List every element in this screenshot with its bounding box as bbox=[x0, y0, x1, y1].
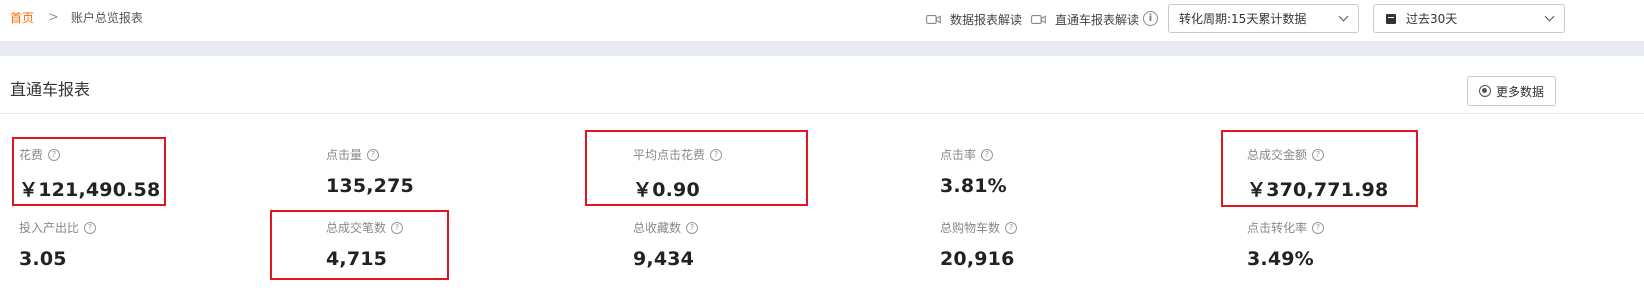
metric-value: 3.05 bbox=[19, 248, 67, 270]
metric-label: 投入产出比 bbox=[19, 221, 80, 235]
help-icon[interactable]: ? bbox=[686, 221, 699, 234]
help-icon[interactable]: ? bbox=[1312, 148, 1325, 161]
metric-value: 3.49% bbox=[1247, 248, 1314, 270]
metric-value: 3.81% bbox=[940, 175, 1007, 197]
more-data-label: 更多数据 bbox=[1495, 84, 1544, 99]
breadcrumb-separator: > bbox=[48, 10, 59, 25]
ztc-report-guide-link[interactable]: 直通车报表解读 bbox=[1031, 11, 1139, 28]
help-icon[interactable]: ? bbox=[981, 148, 994, 161]
help-icon[interactable]: ? bbox=[1312, 221, 1325, 234]
breadcrumb-current: 账户总览报表 bbox=[70, 11, 143, 25]
metric-total-cart-adds: 总购物车数? 20,916 bbox=[940, 219, 1180, 279]
help-icon[interactable]: ? bbox=[710, 148, 723, 161]
metric-ctr: 点击率? 3.81% bbox=[940, 146, 1180, 206]
metric-label: 花费 bbox=[19, 148, 44, 162]
help-icon[interactable]: ? bbox=[84, 221, 97, 234]
metric-spend: 花费? ￥121,490.58 bbox=[19, 146, 259, 206]
metric-avg-click-cost: 平均点击花费? ￥0.90 bbox=[633, 146, 873, 206]
metric-label: 点击量 bbox=[326, 148, 363, 162]
section-separator-band bbox=[0, 42, 1644, 56]
top-bar: 首页 > 账户总览报表 数据报表解读 直通车报表解读 i 转化周期:15天累计数… bbox=[0, 0, 1644, 42]
metric-label: 总购物车数 bbox=[940, 221, 1001, 235]
metric-label: 平均点击花费 bbox=[633, 148, 706, 162]
metric-roi: 投入产出比? 3.05 bbox=[19, 219, 259, 279]
divider bbox=[0, 113, 1644, 114]
metric-clicks: 点击量? 135,275 bbox=[326, 146, 566, 206]
metric-value: 135,275 bbox=[326, 175, 414, 197]
metric-value: ￥121,490.58 bbox=[19, 179, 161, 201]
metric-label: 总成交笔数 bbox=[326, 221, 387, 235]
metric-label: 点击转化率 bbox=[1247, 221, 1308, 235]
video-camera-icon bbox=[926, 15, 941, 24]
conversion-period-select[interactable]: 转化周期:15天累计数据 bbox=[1168, 4, 1359, 33]
metric-label: 点击率 bbox=[940, 148, 977, 162]
metric-total-orders: 总成交笔数? 4,715 bbox=[326, 219, 566, 279]
breadcrumb: 首页 > 账户总览报表 bbox=[10, 9, 143, 26]
date-range-select[interactable]: 过去30天 bbox=[1373, 4, 1565, 33]
metric-click-conversion-rate: 点击转化率? 3.49% bbox=[1247, 219, 1487, 279]
data-report-guide-label: 数据报表解读 bbox=[950, 13, 1023, 27]
video-camera-icon bbox=[1031, 15, 1046, 24]
help-icon[interactable]: ? bbox=[391, 221, 404, 234]
metric-total-gmv: 总成交金额? ￥370,771.98 bbox=[1247, 146, 1487, 206]
info-icon[interactable]: i bbox=[1143, 11, 1158, 26]
more-data-button[interactable]: 更多数据 bbox=[1467, 76, 1556, 106]
chevron-down-icon bbox=[1338, 11, 1349, 22]
metric-value: 4,715 bbox=[326, 248, 388, 270]
metric-value: ￥370,771.98 bbox=[1247, 179, 1389, 201]
calendar-icon bbox=[1386, 13, 1396, 24]
metric-label: 总成交金额 bbox=[1247, 148, 1308, 162]
metric-label: 总收藏数 bbox=[633, 221, 682, 235]
chevron-down-icon bbox=[1544, 11, 1555, 22]
metric-value: 20,916 bbox=[940, 248, 1015, 270]
breadcrumb-home-link[interactable]: 首页 bbox=[10, 9, 34, 26]
metric-value: ￥0.90 bbox=[633, 179, 700, 201]
date-range-value: 过去30天 bbox=[1406, 12, 1458, 26]
gear-icon bbox=[1478, 85, 1491, 97]
section-title: 直通车报表 bbox=[10, 80, 91, 99]
help-icon[interactable]: ? bbox=[48, 148, 61, 161]
help-icon[interactable]: ? bbox=[367, 148, 380, 161]
data-report-guide-link[interactable]: 数据报表解读 bbox=[926, 11, 1022, 28]
ztc-report-guide-label: 直通车报表解读 bbox=[1055, 13, 1140, 27]
help-icon[interactable]: ? bbox=[1005, 221, 1018, 234]
conversion-period-value: 转化周期:15天累计数据 bbox=[1179, 12, 1307, 26]
metric-value: 9,434 bbox=[633, 248, 695, 270]
metric-total-favorites: 总收藏数? 9,434 bbox=[633, 219, 873, 279]
